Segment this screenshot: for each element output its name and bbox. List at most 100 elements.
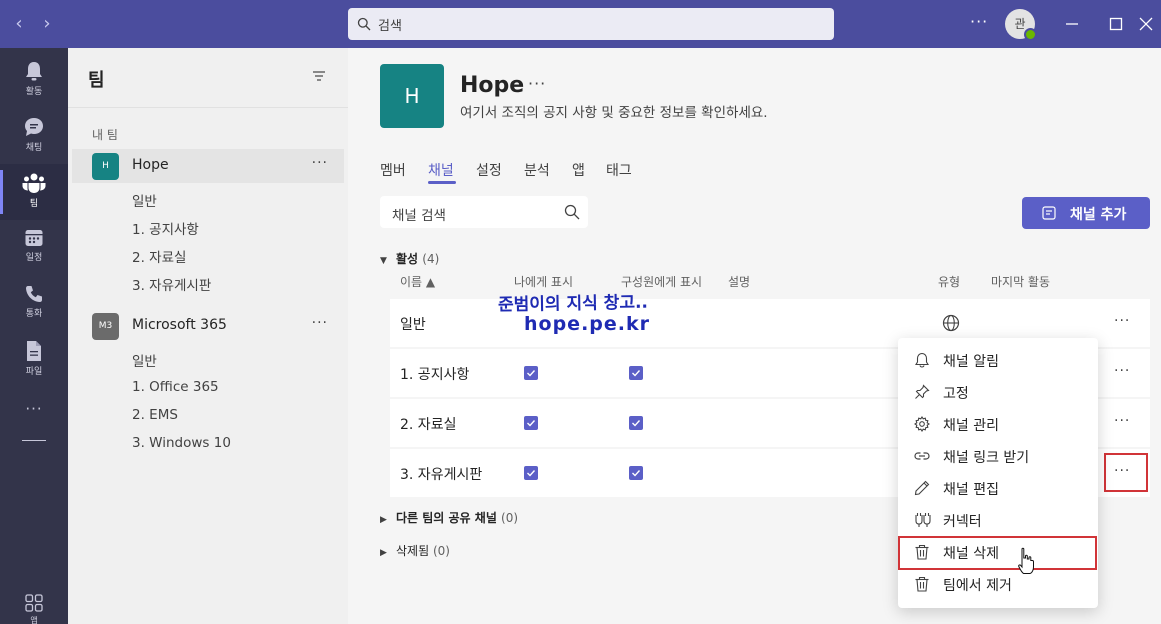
watermark-text: 준범이의 지식 창고.. <box>497 292 649 316</box>
my-teams-label: 내 팀 <box>92 128 118 142</box>
checkmark-icon <box>632 420 641 427</box>
teams-sidebar: 팀 내 팀 H Hope ··· 일반 1. 공지사항 2. 자료실 3. 자유… <box>68 48 348 624</box>
checkmark-icon <box>527 470 536 477</box>
channel-search-input[interactable]: 채널 검색 <box>380 196 588 228</box>
active-group-header[interactable]: ▼ 활성 (4) <box>380 250 439 267</box>
globe-icon <box>942 314 960 332</box>
phone-icon <box>26 286 42 302</box>
caret-right-icon: ▶ <box>380 548 387 558</box>
sidebar-channel-item[interactable]: 2. EMS <box>132 407 178 423</box>
search-icon <box>564 204 580 220</box>
menu-item-pin[interactable]: 고정 <box>898 376 1098 408</box>
add-channel-button[interactable]: 채널 추가 <box>1022 197 1150 229</box>
tab-apps[interactable]: 앱 <box>572 160 585 180</box>
search-icon <box>357 17 371 31</box>
sidebar-channel-item[interactable]: 1. Office 365 <box>132 379 219 395</box>
menu-item-label: 커넥터 <box>943 514 982 530</box>
show-me-checkbox[interactable] <box>524 366 538 380</box>
rail-item-calendar[interactable]: 일정 <box>0 220 68 276</box>
global-search-input[interactable]: 검색 <box>348 8 834 40</box>
rail-item-teams[interactable]: 팀 <box>0 164 68 220</box>
rail-item-activity[interactable]: 활동 <box>0 52 68 108</box>
sidebar-channel-item[interactable]: 일반 <box>132 190 157 210</box>
rail-label: 팀 <box>29 199 39 209</box>
row-more-button[interactable]: ··· <box>1114 363 1130 379</box>
search-placeholder: 검색 <box>378 19 402 34</box>
caret-right-icon: ▶ <box>380 515 387 525</box>
title-bar: ‹ › 검색 ··· 관 <box>0 0 1161 48</box>
rail-label: 채팅 <box>25 143 43 153</box>
show-members-checkbox[interactable] <box>629 366 643 380</box>
rail-item-apps[interactable]: 앱 <box>0 594 68 624</box>
filter-icon[interactable] <box>312 70 326 82</box>
sidebar-channel-item[interactable]: 3. Windows 10 <box>132 435 231 451</box>
rail-item-files[interactable]: 파일 <box>0 332 68 388</box>
show-members-checkbox[interactable] <box>629 466 643 480</box>
connector-icon <box>915 513 931 527</box>
team-avatar: M3 <box>92 313 119 340</box>
checkmark-icon <box>632 370 641 377</box>
team-more-button[interactable]: ··· <box>312 315 328 331</box>
menu-item-label: 고정 <box>943 386 969 402</box>
tab-analytics[interactable]: 분석 <box>524 160 550 180</box>
row-more-button[interactable]: ··· <box>1114 413 1130 429</box>
menu-item-get-link[interactable]: 채널 링크 받기 <box>898 440 1098 472</box>
menu-item-remove-from-team[interactable]: 팀에서 제거 <box>898 568 1098 600</box>
tab-members[interactable]: 멤버 <box>380 160 406 180</box>
tab-tags[interactable]: 태그 <box>606 160 632 180</box>
rail-item-calls[interactable]: 통화 <box>0 276 68 332</box>
apps-grid-icon <box>25 594 43 612</box>
team-name: Microsoft 365 <box>132 317 227 333</box>
menu-item-label: 채널 관리 <box>943 418 999 434</box>
menu-item-connectors[interactable]: 커넥터 <box>898 504 1098 536</box>
row-more-button[interactable]: ··· <box>1114 313 1130 329</box>
tab-settings[interactable]: 설정 <box>476 160 502 180</box>
trash-icon <box>915 576 929 592</box>
menu-item-channel-notifications[interactable]: 채널 알림 <box>898 344 1098 376</box>
show-members-checkbox[interactable] <box>629 416 643 430</box>
menu-item-label: 채널 알림 <box>943 354 999 370</box>
deleted-group-header[interactable]: ▶ 삭제됨 (0) <box>380 542 450 559</box>
menu-item-label: 채널 편집 <box>943 482 999 498</box>
team-more-button[interactable]: ··· <box>312 155 328 171</box>
channel-search-placeholder: 채널 검색 <box>392 208 446 224</box>
close-icon[interactable] <box>1136 14 1156 34</box>
tab-channels[interactable]: 채널 <box>428 160 454 180</box>
team-name: Hope <box>132 157 169 173</box>
sidebar-channel-item[interactable]: 2. 자료실 <box>132 246 186 266</box>
menu-item-manage-channel[interactable]: 채널 관리 <box>898 408 1098 440</box>
caret-down-icon: ▼ <box>380 256 387 266</box>
col-header-name[interactable]: 이름 ▲ <box>400 273 435 290</box>
shared-group-header[interactable]: ▶ 다른 팀의 공유 채널 (0) <box>380 509 518 526</box>
rail-item-chat[interactable]: 채팅 <box>0 108 68 164</box>
pin-icon <box>915 384 930 399</box>
team-title-more-button[interactable]: ··· <box>528 74 546 93</box>
team-item-microsoft-365[interactable]: M3 Microsoft 365 ··· <box>72 309 344 343</box>
group-count: (4) <box>422 252 440 266</box>
watermark-url: hope.pe.kr <box>524 313 650 335</box>
group-label: 삭제됨 <box>396 544 430 558</box>
maximize-icon[interactable] <box>1106 14 1126 34</box>
rail-more-apps-button[interactable]: ··· <box>0 400 68 418</box>
sidebar-channel-item[interactable]: 3. 자유게시판 <box>132 274 211 294</box>
pencil-icon <box>914 480 930 496</box>
back-arrow-icon[interactable]: ‹ <box>9 12 29 36</box>
rail-label: 파일 <box>25 367 43 377</box>
group-count: (0) <box>501 511 519 525</box>
menu-item-label: 채널 링크 받기 <box>943 450 1030 466</box>
sidebar-channel-item[interactable]: 일반 <box>132 350 157 370</box>
show-me-checkbox[interactable] <box>524 466 538 480</box>
minimize-icon[interactable] <box>1062 14 1082 34</box>
menu-item-edit-channel[interactable]: 채널 편집 <box>898 472 1098 504</box>
checkmark-icon <box>527 420 536 427</box>
channel-name: 일반 <box>400 317 426 333</box>
group-count: (0) <box>432 544 450 558</box>
team-item-hope[interactable]: H Hope ··· <box>72 149 344 183</box>
settings-more-button[interactable]: ··· <box>970 12 988 31</box>
gear-icon <box>914 416 930 432</box>
show-me-checkbox[interactable] <box>524 416 538 430</box>
forward-arrow-icon[interactable]: › <box>37 12 57 36</box>
presence-available-icon <box>1024 28 1037 41</box>
sidebar-channel-item[interactable]: 1. 공지사항 <box>132 218 199 238</box>
group-label: 활성 <box>396 252 419 266</box>
